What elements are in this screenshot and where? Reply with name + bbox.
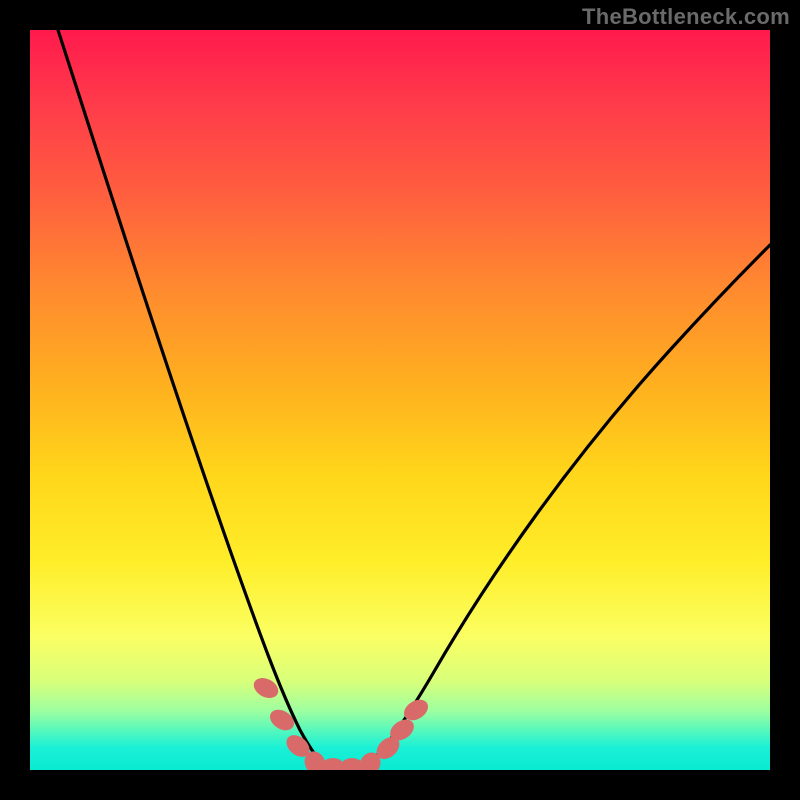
bottleneck-curve-svg — [30, 30, 770, 770]
watermark-text: TheBottleneck.com — [582, 4, 790, 30]
bottleneck-curve-path — [58, 30, 770, 768]
chart-frame: TheBottleneck.com — [0, 0, 800, 800]
highlight-dots-group — [250, 674, 431, 770]
highlight-dot — [266, 705, 298, 734]
